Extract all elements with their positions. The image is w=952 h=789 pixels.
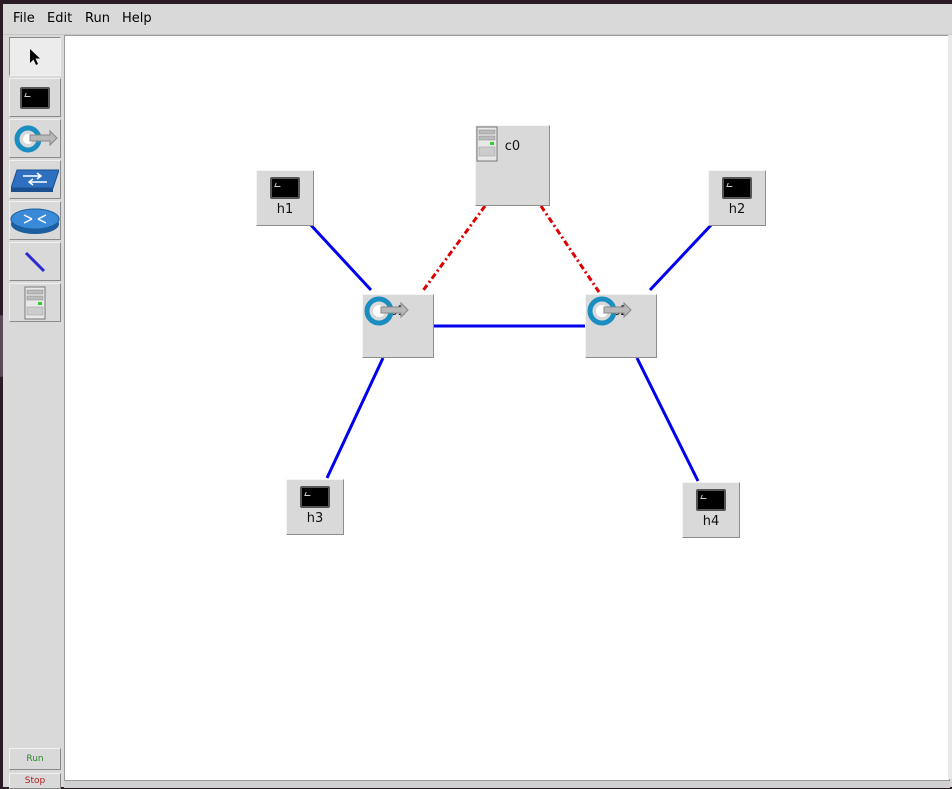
switch-node-s1[interactable]: s1: [362, 294, 434, 358]
pointer-icon: [30, 48, 40, 65]
link-h1-s1[interactable]: [307, 221, 373, 292]
legacy-router-tool-button[interactable]: [9, 201, 61, 240]
host-icon: [696, 489, 726, 511]
topology-canvas[interactable]: h1 h2 h3 h4 c0: [64, 35, 950, 781]
menu-bar: File Edit Run Help: [3, 4, 952, 35]
link-c0-s2[interactable]: [539, 205, 601, 293]
switch-node-s2[interactable]: s2: [585, 294, 657, 358]
run-button[interactable]: Run: [9, 748, 61, 770]
legacy-router-icon: [10, 208, 60, 234]
node-label: h3: [306, 511, 324, 526]
legacy-switch-tool-button[interactable]: [9, 160, 61, 199]
link-c0-s1[interactable]: [420, 205, 487, 293]
menu-help[interactable]: Help: [122, 11, 152, 26]
menu-file[interactable]: File: [13, 11, 35, 26]
menu-run[interactable]: Run: [85, 11, 110, 26]
controller-tool-button[interactable]: [9, 283, 61, 322]
controller-icon: [24, 286, 46, 319]
openflow-switch-icon: [14, 125, 58, 152]
host-icon: [722, 177, 752, 199]
switch-tool-button[interactable]: [9, 119, 61, 158]
controller-icon: [476, 126, 498, 162]
node-label: h2: [728, 202, 746, 217]
openflow-switch-icon: [364, 296, 409, 326]
select-tool-button[interactable]: [9, 37, 61, 76]
vertical-scrollbar[interactable]: [948, 35, 952, 779]
host-tool-button[interactable]: [9, 78, 61, 117]
miniedit-window: File Edit Run Help Run Stop h1 h2 h3 h4 …: [3, 4, 952, 789]
desktop-dock-edge: [0, 315, 3, 377]
host-icon: [300, 486, 330, 508]
node-label: h1: [276, 202, 294, 217]
link-tool-button[interactable]: [9, 242, 61, 281]
menu-edit[interactable]: Edit: [47, 11, 72, 26]
openflow-switch-icon: [587, 296, 632, 326]
link-h2-s2[interactable]: [648, 221, 715, 292]
node-label: h4: [702, 514, 720, 529]
host-node-h1[interactable]: h1: [256, 170, 314, 226]
controller-node-c0[interactable]: c0: [475, 125, 550, 206]
link-icon: [24, 251, 46, 272]
node-label: c0: [504, 139, 521, 154]
host-node-h3[interactable]: h3: [286, 479, 344, 535]
host-icon: [20, 86, 50, 109]
link-h4-s2[interactable]: [635, 357, 700, 482]
host-node-h4[interactable]: h4: [682, 482, 740, 538]
legacy-switch-icon: [11, 169, 59, 192]
host-icon: [270, 177, 300, 199]
link-h3-s1[interactable]: [325, 357, 385, 479]
tool-palette: Run Stop: [7, 35, 63, 789]
host-node-h2[interactable]: h2: [708, 170, 766, 226]
